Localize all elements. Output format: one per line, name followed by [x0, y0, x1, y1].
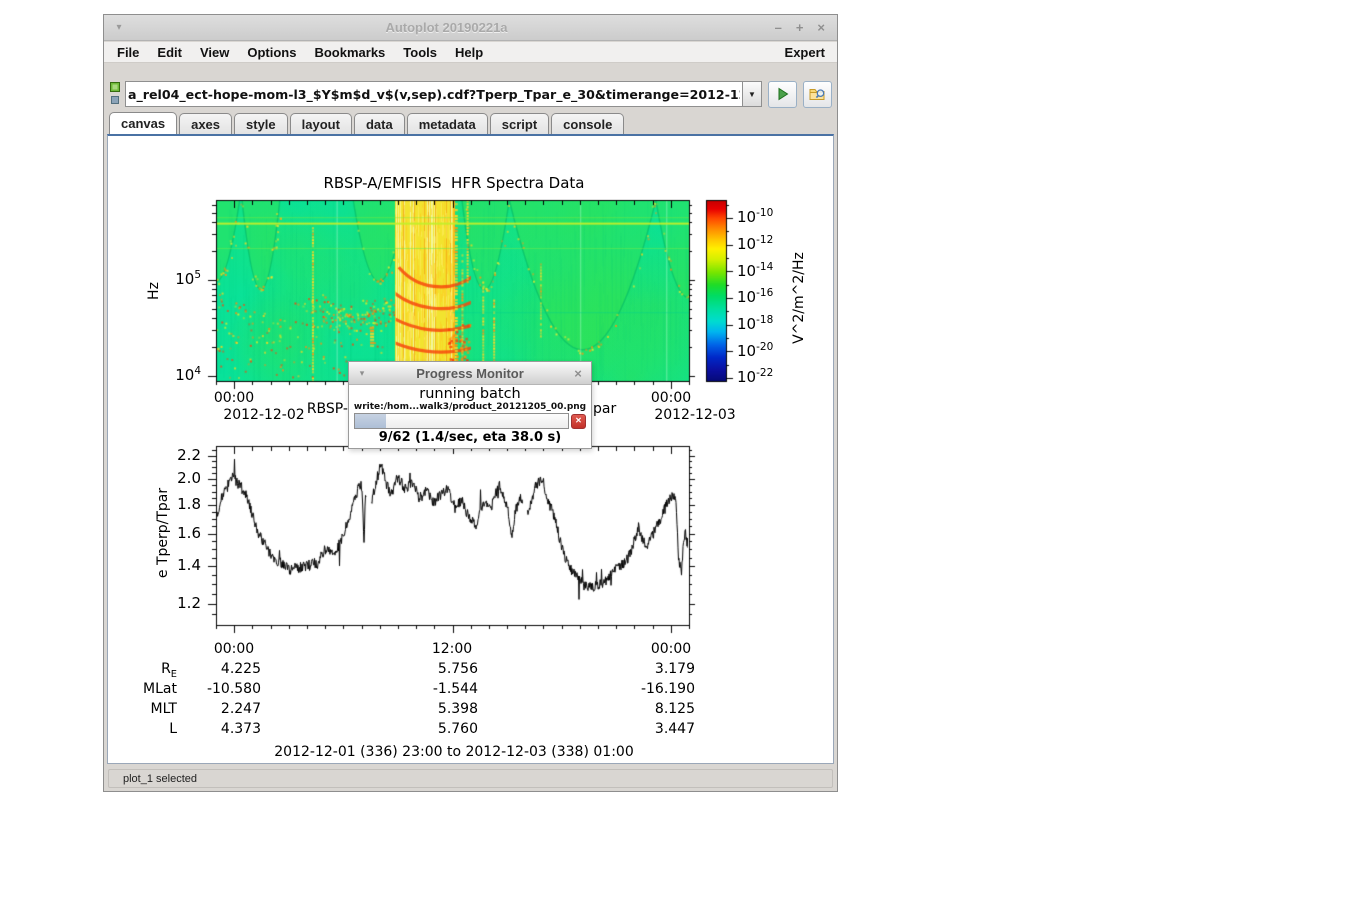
colorbar-tick-4: 10-18: [737, 314, 773, 333]
maximize-button[interactable]: +: [796, 20, 804, 35]
time-range-label: 2012-12-01 (336) 23:00 to 2012-12-03 (33…: [204, 744, 704, 760]
tab-console[interactable]: console: [551, 113, 624, 134]
spectra-ytick-1e4: 104: [151, 365, 201, 384]
lineplot-ytick-1.6: 1.6: [151, 524, 201, 542]
address-combo: ▼: [125, 81, 762, 107]
ephemeris-cell: -16.190: [585, 681, 695, 697]
minimize-button[interactable]: –: [775, 20, 782, 35]
spectra-xtick-right-date: 2012-12-03: [650, 407, 740, 423]
progress-task-label: running batch: [349, 386, 591, 402]
tab-canvas[interactable]: canvas: [109, 112, 177, 134]
ephemeris-cell: 4.225: [151, 661, 261, 677]
status-bar: plot_1 selected: [104, 765, 837, 791]
lineplot-ytick-1.8: 1.8: [151, 495, 201, 513]
dialog-title: Progress Monitor: [375, 366, 565, 381]
menu-tools[interactable]: Tools: [394, 45, 446, 60]
go-plot-button[interactable]: [768, 81, 797, 108]
canvas-panel: RBSP-A/EMFISIS HFR Spectra Data Hz 105 1…: [107, 134, 834, 764]
expert-menu[interactable]: Expert: [785, 45, 833, 60]
status-field: plot_1 selected: [108, 769, 833, 788]
menu-options[interactable]: Options: [238, 45, 305, 60]
window-titlebar[interactable]: ▾ Autoplot 20190221a – + ×: [104, 15, 837, 41]
autoplot-canvas[interactable]: RBSP-A/EMFISIS HFR Spectra Data Hz 105 1…: [108, 136, 833, 763]
spectra-xtick-left-date: 2012-12-02: [219, 407, 309, 423]
colorbar-tick-3: 10-16: [737, 287, 773, 306]
menu-view[interactable]: View: [191, 45, 238, 60]
cancel-x-icon: ✕: [575, 416, 582, 425]
spectra-plot-title: RBSP-A/EMFISIS HFR Spectra Data: [254, 174, 654, 192]
autoplot-window: ▾ Autoplot 20190221a – + × File Edit Vie…: [103, 14, 838, 792]
ephemeris-cell: 3.447: [585, 721, 695, 737]
tab-bar: canvas axes style layout data metadata s…: [104, 111, 837, 134]
lineplot-xtick-1: 12:00: [422, 641, 482, 657]
colorbar-tick-2: 10-14: [737, 261, 773, 280]
progress-detail-label: write:/hom...walk3/product_20121205_00.p…: [349, 402, 591, 412]
lineplot-ytick-2.2: 2.2: [151, 446, 201, 464]
progress-bar: [354, 413, 569, 429]
cancel-button[interactable]: ✕: [571, 414, 586, 429]
ephemeris-cell: 2.247: [151, 701, 261, 717]
lineplot-xtick-2: 00:00: [641, 641, 701, 657]
inspect-file-button[interactable]: [803, 81, 832, 108]
menu-file[interactable]: File: [108, 45, 148, 60]
window-title: Autoplot 20190221a: [134, 20, 759, 35]
ephemeris-cell: 5.756: [368, 661, 478, 677]
status-text: plot_1 selected: [109, 773, 197, 785]
lineplot-ytick-2.0: 2.0: [151, 469, 201, 487]
hidden-title-left-fragment: RBSP-: [298, 401, 348, 417]
tab-metadata[interactable]: metadata: [407, 113, 488, 134]
colorbar-tick-6: 10-22: [737, 367, 773, 386]
ephemeris-cell: 3.179: [585, 661, 695, 677]
colorbar-label: V^2/m^2/Hz: [791, 252, 807, 344]
tab-script[interactable]: script: [490, 113, 549, 134]
ephemeris-cell: 5.760: [368, 721, 478, 737]
progress-status-label: 9/62 (1.4/sec, eta 38.0 s): [349, 430, 591, 445]
tab-layout[interactable]: layout: [290, 113, 352, 134]
blue-square-icon: [112, 96, 119, 103]
hidden-title-right-fragment: par: [593, 401, 616, 417]
tab-data[interactable]: data: [354, 113, 405, 134]
window-menu-icon[interactable]: ▾: [104, 22, 134, 33]
address-input[interactable]: [125, 81, 742, 107]
lineplot-ytick-1.4: 1.4: [151, 556, 201, 574]
tab-style[interactable]: style: [234, 113, 288, 134]
progress-monitor-dialog[interactable]: ▾ Progress Monitor × running batch write…: [348, 361, 592, 449]
spectra-ytick-1e5: 105: [151, 269, 201, 288]
play-icon: [775, 86, 791, 102]
ephemeris-cell: 4.373: [151, 721, 261, 737]
desktop: ▾ Autoplot 20190221a – + × File Edit Vie…: [0, 0, 1345, 916]
chevron-down-icon: ▼: [748, 90, 756, 99]
dialog-menu-icon[interactable]: ▾: [349, 368, 375, 379]
menu-bar: File Edit View Options Bookmarks Tools H…: [104, 42, 837, 63]
menu-help[interactable]: Help: [446, 45, 492, 60]
datasource-status-icons: [109, 78, 123, 111]
dialog-close-icon[interactable]: ×: [565, 366, 591, 381]
folder-search-icon: [809, 86, 827, 102]
tab-axes[interactable]: axes: [179, 113, 232, 134]
menu-bookmarks[interactable]: Bookmarks: [305, 45, 394, 60]
colorbar-tick-1: 10-12: [737, 234, 773, 253]
dialog-titlebar[interactable]: ▾ Progress Monitor ×: [349, 362, 591, 385]
ephemeris-cell: -1.544: [368, 681, 478, 697]
spectra-xtick-left-time: 00:00: [204, 390, 264, 406]
menu-edit[interactable]: Edit: [148, 45, 191, 60]
lineplot-xtick-0: 00:00: [204, 641, 264, 657]
ephemeris-cell: 5.398: [368, 701, 478, 717]
ephemeris-cell: 8.125: [585, 701, 695, 717]
colorbar-tick-5: 10-20: [737, 341, 773, 360]
colorbar-tick-0: 10-10: [737, 207, 773, 226]
progress-bar-fill: [355, 414, 386, 428]
spectra-xtick-right-time: 00:00: [641, 390, 701, 406]
close-button[interactable]: ×: [817, 20, 825, 35]
address-dropdown-button[interactable]: ▼: [742, 81, 762, 107]
ephemeris-cell: -10.580: [151, 681, 261, 697]
lineplot-ytick-1.2: 1.2: [151, 594, 201, 612]
